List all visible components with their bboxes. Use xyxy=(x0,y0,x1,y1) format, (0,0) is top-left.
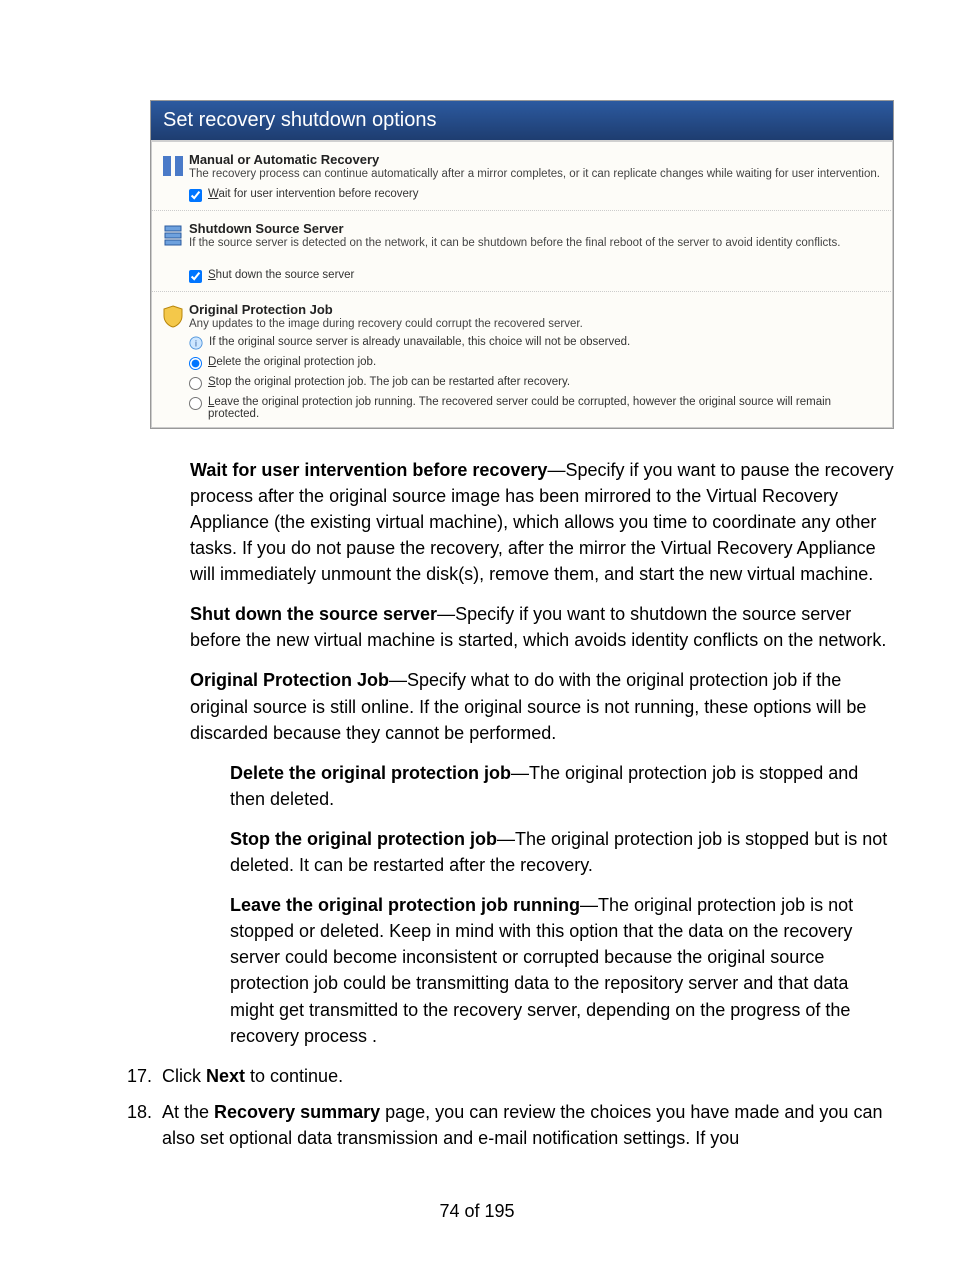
original-job-desc: Any updates to the image during recovery… xyxy=(189,317,881,332)
step-18-text-a: At the xyxy=(162,1102,214,1122)
recovery-options-dialog: Set recovery shutdown options Manual or … xyxy=(150,100,894,429)
step-17: 17. Click Next to continue. xyxy=(120,1063,894,1089)
dialog-title: Set recovery shutdown options xyxy=(151,101,893,142)
shield-icon xyxy=(161,302,189,422)
orig-term: Original Protection Job xyxy=(190,670,389,690)
step-18-bold: Recovery summary xyxy=(214,1102,380,1122)
step-list: 17. Click Next to continue. 18. At the R… xyxy=(120,1063,894,1151)
section-original-job: Original Protection Job Any updates to t… xyxy=(151,292,893,428)
page-number: 74 of 195 xyxy=(60,1201,894,1222)
radio-delete-job[interactable] xyxy=(189,357,202,370)
manual-recovery-heading: Manual or Automatic Recovery xyxy=(189,152,881,167)
original-job-hint: If the original source server is already… xyxy=(209,336,630,348)
explanatory-text: Wait for user intervention before recove… xyxy=(190,457,894,1049)
radio-leave-job[interactable] xyxy=(189,397,202,410)
original-job-heading: Original Protection Job xyxy=(189,302,881,317)
section-manual-recovery: Manual or Automatic Recovery The recover… xyxy=(151,142,893,211)
server-icon xyxy=(161,221,189,285)
step-17-number: 17. xyxy=(120,1063,152,1089)
manual-recovery-desc: The recovery process can continue automa… xyxy=(189,167,881,182)
step-18: 18. At the Recovery summary page, you ca… xyxy=(120,1099,894,1151)
step-17-text-c: to continue. xyxy=(245,1066,343,1086)
leave-body: —The original protection job is not stop… xyxy=(230,895,853,1045)
shutdown-source-heading: Shutdown Source Server xyxy=(189,221,881,236)
stop-term: Stop the original protection job xyxy=(230,829,497,849)
step-18-number: 18. xyxy=(120,1099,152,1151)
shutdown-source-label[interactable]: Shut down the source server xyxy=(208,269,354,281)
wait-intervention-label[interactable]: Wait for user intervention before recove… xyxy=(208,188,419,200)
info-icon: i xyxy=(189,336,203,350)
radio-delete-job-label[interactable]: Delete the original protection job. xyxy=(208,356,376,368)
shutdown-source-desc: If the source server is detected on the … xyxy=(189,236,881,251)
wait-intervention-checkbox[interactable] xyxy=(189,189,202,202)
radio-stop-job[interactable] xyxy=(189,377,202,390)
shutdown-term: Shut down the source server xyxy=(190,604,437,624)
svg-text:i: i xyxy=(195,338,197,348)
step-17-text-a: Click xyxy=(162,1066,206,1086)
radio-stop-job-label[interactable]: Stop the original protection job. The jo… xyxy=(208,376,570,388)
delete-term: Delete the original protection job xyxy=(230,763,511,783)
recovery-icon xyxy=(161,152,189,204)
section-shutdown-source: Shutdown Source Server If the source ser… xyxy=(151,211,893,292)
leave-term: Leave the original protection job runnin… xyxy=(230,895,580,915)
shutdown-source-checkbox[interactable] xyxy=(189,270,202,283)
radio-leave-job-label[interactable]: Leave the original protection job runnin… xyxy=(208,396,881,420)
wait-term: Wait for user intervention before recove… xyxy=(190,460,547,480)
step-17-bold: Next xyxy=(206,1066,245,1086)
